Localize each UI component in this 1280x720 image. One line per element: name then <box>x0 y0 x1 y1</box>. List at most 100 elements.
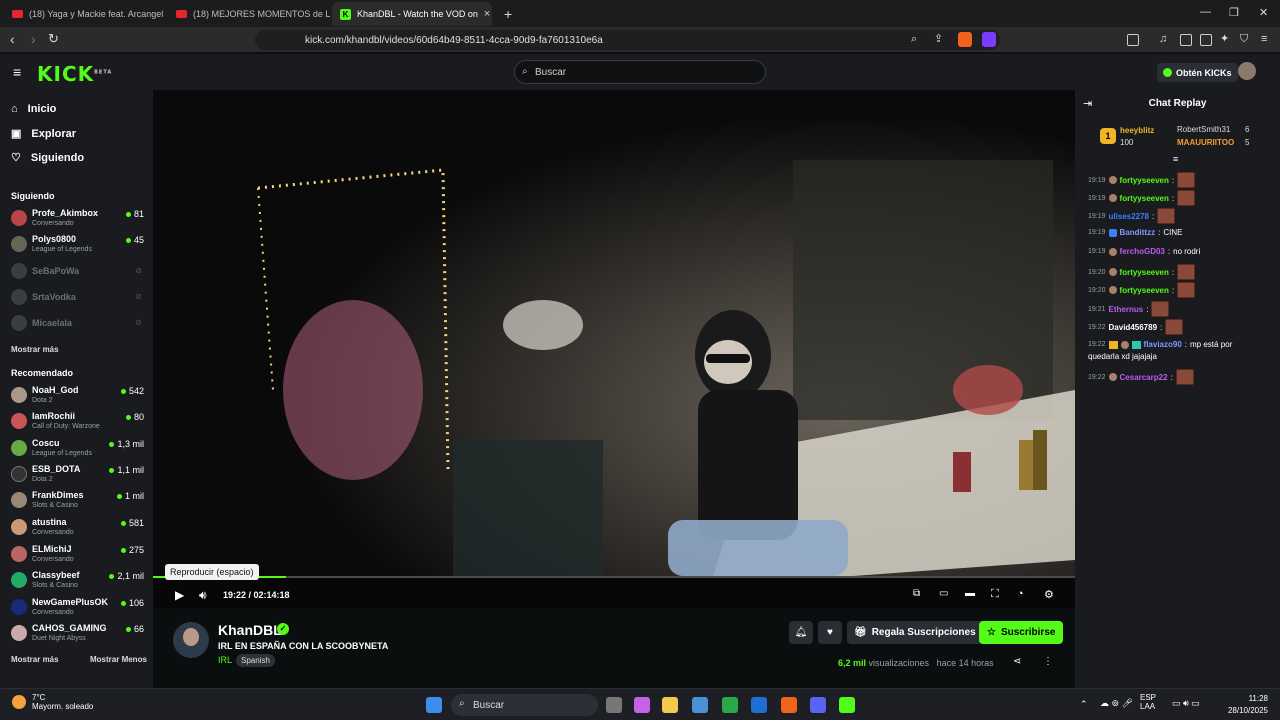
browser-tab-bar: (18) Yaga y Mackie feat. Arcangel y d (1… <box>0 0 1280 27</box>
new-tab-button[interactable]: + <box>496 2 516 26</box>
recommended-channel[interactable]: CAHOS_GAMING Duet Night Abyss 66 <box>11 622 144 646</box>
browser-tab-2[interactable]: (18) MEJORES MOMENTOS de LA SC <box>168 2 330 26</box>
system-clock[interactable]: 11:28 28/10/2025 <box>1222 693 1268 717</box>
brave-shields-icon[interactable] <box>958 32 972 47</box>
settings-gear-icon[interactable]: ⚙ <box>1044 588 1054 601</box>
restore-icon[interactable]: ❐ <box>1229 6 1239 19</box>
emote-icon <box>1177 264 1196 280</box>
speed-icon[interactable]: ◔ <box>1017 588 1024 600</box>
sidebar-toggle-icon[interactable] <box>1127 34 1139 46</box>
share-icon[interactable]: ⋖ <box>1013 656 1021 667</box>
windows-taskbar: 7°C Mayorm. soleado ⌕ Buscar ⌃ ☁ ⊚ 🎤︎ ES… <box>0 688 1280 720</box>
recommended-channel[interactable]: FrankDimes Slots & Casino 1 mil <box>11 489 144 513</box>
play-button[interactable]: ▶ <box>175 588 184 602</box>
brave-browser-icon[interactable] <box>781 697 797 713</box>
network-volume-battery-icons[interactable]: ▭ 🔊︎ ▭ <box>1172 698 1200 709</box>
share-icon[interactable]: ⇪ <box>934 32 943 46</box>
wallet-icon[interactable] <box>1200 34 1212 46</box>
outlook-icon[interactable] <box>751 697 767 713</box>
recommended-channel[interactable]: ESB_DOTA Dota 2 1,1 mil <box>11 463 144 487</box>
kick-logo[interactable]: KICKBETA <box>37 62 112 86</box>
tab-title: KhanDBL - Watch the VOD on <box>357 9 478 19</box>
kick-app-icon[interactable] <box>839 697 855 713</box>
follow-heart-button[interactable]: ♥ <box>818 621 842 644</box>
mini-player-icon[interactable]: ▭ <box>939 588 948 599</box>
taskbar-search[interactable]: ⌕ Buscar <box>451 694 598 716</box>
gifter-name[interactable]: MAAUURIITOO <box>1177 138 1234 147</box>
file-explorer-icon[interactable] <box>662 697 678 713</box>
xbox-icon[interactable] <box>722 697 738 713</box>
followed-channel-offline[interactable]: Micaelala ⊘ <box>11 312 144 336</box>
windows-start-icon[interactable] <box>426 697 442 713</box>
menu-icon[interactable]: ≡ <box>1261 32 1267 46</box>
followed-channel-offline[interactable]: SeBaPoWa ⊘ <box>11 260 144 284</box>
streamer-name[interactable]: KhanDBL <box>218 622 282 638</box>
expand-gifters-icon[interactable]: ≡ <box>1173 154 1178 164</box>
recommended-channel[interactable]: Coscu League of Legends 1,3 mil <box>11 437 144 461</box>
followed-channel-offline[interactable]: SrtaVodka ⊘ <box>11 286 144 310</box>
nav-explore[interactable]: ▣ Explorar <box>11 127 76 141</box>
tab-title: (18) MEJORES MOMENTOS de LA SC <box>193 9 330 19</box>
store-icon[interactable] <box>692 697 708 713</box>
vpn-icon[interactable]: ⛉ <box>1240 32 1248 46</box>
show-less-recommended[interactable]: Mostrar Menos <box>90 655 147 664</box>
minimize-icon[interactable]: — <box>1200 6 1211 18</box>
gifter-name[interactable]: RobertSmith31 <box>1177 125 1230 134</box>
browser-tab-active[interactable]: K KhanDBL - Watch the VOD on × <box>332 2 492 26</box>
pip-icon[interactable]: ⧉ <box>913 588 920 599</box>
show-more-following[interactable]: Mostrar más <box>11 345 59 354</box>
reload-icon[interactable]: ↻ <box>48 32 59 46</box>
more-options-icon[interactable]: ⋮ <box>1043 656 1053 667</box>
subscribe-button[interactable]: ☆ Suscribirse <box>979 621 1064 644</box>
recommended-channel[interactable]: IamRochii Call of Duty: Warzone 80 <box>11 410 144 434</box>
back-icon[interactable]: ‹ <box>10 32 15 46</box>
close-tab-icon[interactable]: × <box>484 8 490 20</box>
url-text: kick.com/khandbl/videos/60d64b49-8511-4c… <box>305 34 603 46</box>
discord-icon[interactable] <box>810 697 826 713</box>
user-avatar[interactable] <box>1238 62 1256 80</box>
nav-following[interactable]: ♡ Siguiendo <box>11 151 84 165</box>
get-kicks-button[interactable]: Obtén KICKs <box>1157 63 1238 82</box>
language-tag[interactable]: Spanish <box>236 654 275 667</box>
stream-category[interactable]: IRL <box>218 655 232 665</box>
browser-tab-1[interactable]: (18) Yaga y Mackie feat. Arcangel y d <box>4 2 166 26</box>
tray-chevron-icon[interactable]: ⌃ <box>1080 699 1088 710</box>
close-window-icon[interactable]: ✕ <box>1259 6 1268 19</box>
offline-icon: ⊘ <box>135 292 142 301</box>
notification-bell-button[interactable]: 🔔︎ <box>789 621 813 644</box>
recommended-channel[interactable]: ELMichiJ Conversando 275 <box>11 543 144 567</box>
nav-home[interactable]: ⌂ Inicio <box>11 103 56 115</box>
top-gifter-name[interactable]: heeyblitz <box>1120 126 1154 135</box>
zoom-icon[interactable]: ⌕ <box>911 32 917 46</box>
search-input[interactable]: ⌕ Buscar <box>514 60 766 84</box>
recommended-channel[interactable]: NoaH_God Dota 2 542 <box>11 384 144 408</box>
task-view-icon[interactable] <box>606 697 622 713</box>
hamburger-menu-icon[interactable]: ≡ <box>13 64 21 80</box>
progress-bar[interactable] <box>153 576 1075 578</box>
leo-ai-icon[interactable]: ✦ <box>1220 32 1229 46</box>
streamer-avatar[interactable] <box>173 622 209 658</box>
heart-icon: ♡ <box>11 152 21 164</box>
copilot-icon[interactable] <box>634 697 650 713</box>
chat-message: 19:22 David456789: <box>1088 319 1184 335</box>
music-icon[interactable]: ♫ <box>1159 32 1167 46</box>
theater-mode-icon[interactable]: ▬ <box>965 588 975 599</box>
recommended-channel[interactable]: Classybeef Slots & Casino 2,1 mil <box>11 569 144 593</box>
show-more-recommended[interactable]: Mostrar más <box>11 655 59 664</box>
forward-icon[interactable]: › <box>31 32 36 46</box>
recommended-channel[interactable]: atustina Conversando 581 <box>11 516 144 540</box>
gift-subs-button[interactable]: 🎁︎ Regala Suscripciones <box>847 621 983 644</box>
followed-channel[interactable]: Polys0800 League of Legends 45 <box>11 233 144 257</box>
followed-channel[interactable]: Profe_Akimbox Conversando 81 <box>11 207 144 231</box>
language-indicator[interactable]: ESP LAA <box>1140 693 1156 711</box>
gifter-amount: 5 <box>1245 138 1250 147</box>
panel-icon[interactable] <box>1180 34 1192 46</box>
fullscreen-icon[interactable]: ⛶ <box>991 588 999 601</box>
recommended-channel[interactable]: NewGamePlusOK Conversando 106 <box>11 596 144 620</box>
video-player[interactable]: Reproducir (espacio) ▶ 🔊︎ 19:22 / 02:14:… <box>153 90 1075 608</box>
volume-icon[interactable]: 🔊︎ <box>199 588 207 603</box>
tray-icons[interactable]: ☁ ⊚ 🎤︎ <box>1100 698 1133 709</box>
weather-widget[interactable]: 7°C Mayorm. soleado <box>12 693 93 711</box>
brave-rewards-icon[interactable] <box>982 32 996 47</box>
url-field[interactable]: kick.com/khandbl/videos/60d64b49-8511-4c… <box>255 30 1000 50</box>
